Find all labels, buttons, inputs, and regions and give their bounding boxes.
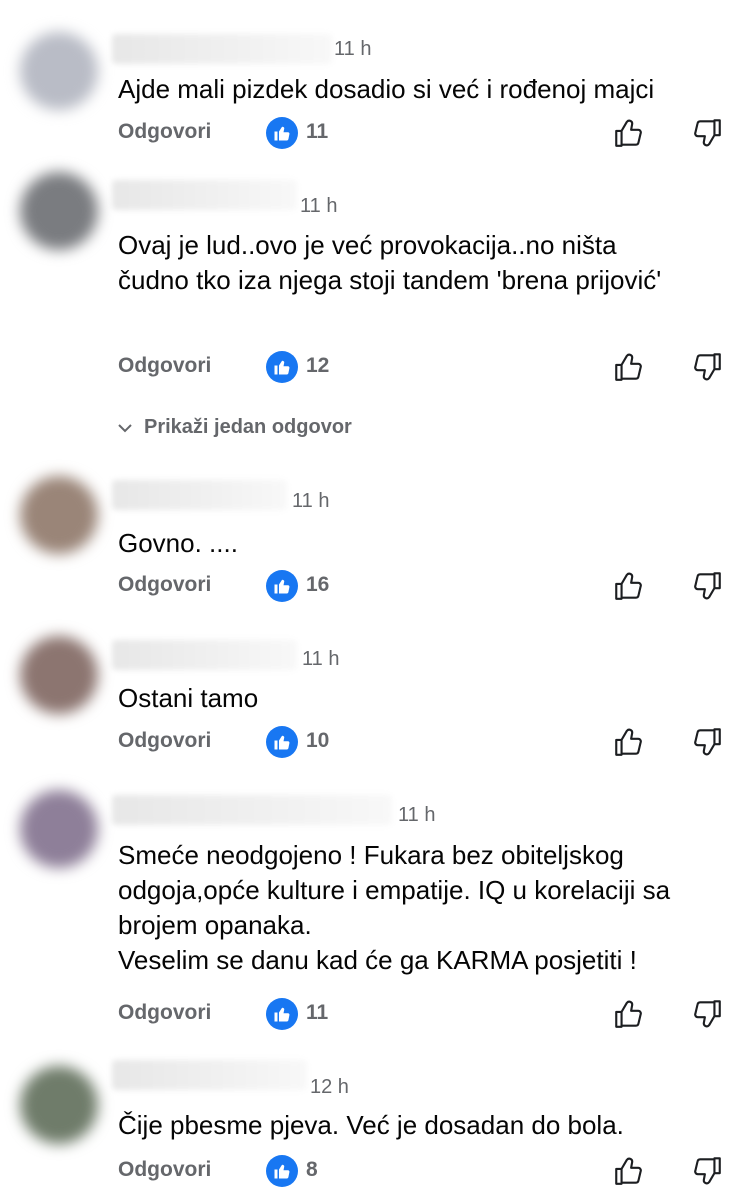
comment-actions: Odgovori 10 xyxy=(118,725,754,759)
thumbs-up-icon[interactable] xyxy=(612,725,646,759)
commenter-name[interactable] xyxy=(112,480,287,510)
comment-actions: Odgovori 11 xyxy=(118,116,754,150)
commenter-name[interactable] xyxy=(112,34,332,64)
commenter-name[interactable] xyxy=(112,180,297,210)
avatar[interactable] xyxy=(20,32,98,110)
like-count: 12 xyxy=(306,354,330,377)
thumbs-down-icon[interactable] xyxy=(690,997,724,1031)
comment-time: 12 h xyxy=(310,1076,349,1098)
thumbs-up-icon[interactable] xyxy=(612,569,646,603)
comment-text: Govno. .... xyxy=(118,528,238,558)
comment-actions: Odgovori 16 xyxy=(118,569,754,603)
comment-time: 11 h xyxy=(334,38,372,60)
like-count: 11 xyxy=(306,1001,329,1024)
thumbs-down-icon[interactable] xyxy=(690,1154,724,1188)
like-reaction-icon xyxy=(266,998,298,1030)
thumbs-up-icon[interactable] xyxy=(612,116,646,150)
chevron-down-icon xyxy=(118,423,132,432)
comment-time: 11 h xyxy=(302,648,340,670)
thumbs-down-icon[interactable] xyxy=(690,116,724,150)
reply-button[interactable]: Odgovori xyxy=(118,573,211,597)
show-replies-label: Prikaži jedan odgovor xyxy=(144,416,352,438)
reply-button[interactable]: Odgovori xyxy=(118,1001,211,1025)
like-reaction-icon xyxy=(266,726,298,758)
thumbs-up-icon[interactable] xyxy=(612,350,646,384)
comment-text: Ovaj je lud..ovo je već provokacija..no … xyxy=(118,230,662,295)
thumbs-down-icon[interactable] xyxy=(690,725,724,759)
like-count: 10 xyxy=(306,729,330,752)
avatar[interactable] xyxy=(20,636,98,714)
comment-text: Ostani tamo xyxy=(118,683,259,713)
comment-actions: Odgovori 8 xyxy=(118,1154,754,1188)
like-reaction-icon xyxy=(266,570,298,602)
like-reaction-icon xyxy=(266,117,298,149)
reply-button[interactable]: Odgovori xyxy=(118,120,211,144)
avatar[interactable] xyxy=(20,1066,98,1144)
comment-actions: Odgovori 11 xyxy=(118,997,754,1031)
avatar[interactable] xyxy=(20,476,98,554)
comment-text: Ajde mali pizdek dosadio si već i rođeno… xyxy=(118,74,655,104)
like-reaction-icon xyxy=(266,351,298,383)
comment-time: 11 h xyxy=(398,804,436,826)
commenter-name[interactable] xyxy=(112,795,392,825)
thumbs-up-icon[interactable] xyxy=(612,997,646,1031)
comment-time: 11 h xyxy=(292,490,330,512)
commenter-name[interactable] xyxy=(112,1060,307,1090)
like-count: 8 xyxy=(306,1158,318,1181)
avatar[interactable] xyxy=(20,172,98,250)
comment-time: 11 h xyxy=(300,195,338,217)
avatar[interactable] xyxy=(20,790,98,868)
reply-button[interactable]: Odgovori xyxy=(118,354,211,378)
comment-text: Smeće neodgojeno ! Fukara bez obiteljsko… xyxy=(118,840,671,975)
thumbs-down-icon[interactable] xyxy=(690,350,724,384)
like-reaction-icon xyxy=(266,1155,298,1187)
reply-button[interactable]: Odgovori xyxy=(118,729,211,753)
show-replies-link[interactable]: Prikaži jedan odgovor xyxy=(118,416,352,439)
comment-text: Čije pbesme pjeva. Već je dosadan do bol… xyxy=(118,1110,624,1140)
like-count: 11 xyxy=(306,120,329,143)
thumbs-up-icon[interactable] xyxy=(612,1154,646,1188)
comment-actions: Odgovori 12 xyxy=(118,350,754,384)
reply-button[interactable]: Odgovori xyxy=(118,1158,211,1182)
thumbs-down-icon[interactable] xyxy=(690,569,724,603)
commenter-name[interactable] xyxy=(112,640,297,670)
like-count: 16 xyxy=(306,573,330,596)
